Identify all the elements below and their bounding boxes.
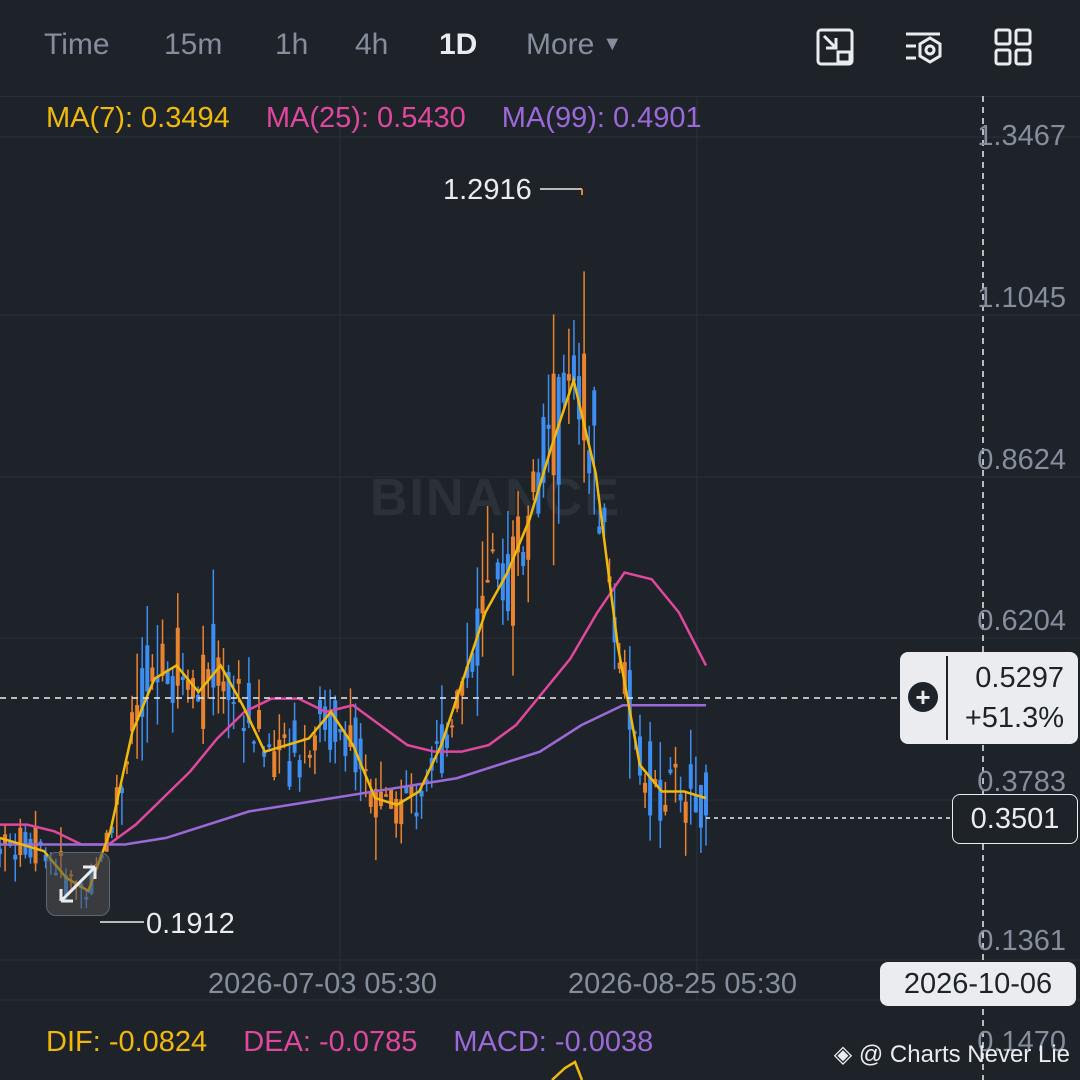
candle-body <box>566 374 571 381</box>
candle-body <box>13 854 18 860</box>
candle-body <box>480 595 485 614</box>
ma25-line <box>0 571 708 846</box>
candle-body <box>211 623 216 688</box>
candle-body <box>145 645 150 692</box>
macd-legend: DIF: -0.0824 DEA: -0.0785 MACD: -0.0038 <box>46 1026 681 1059</box>
divider <box>946 656 948 740</box>
add-alert-icon[interactable]: + <box>908 682 938 712</box>
candle-body <box>241 727 246 732</box>
candle-body <box>18 827 23 856</box>
candle-body <box>389 788 394 809</box>
crosshair-date-box: 2026-10-06 <box>880 962 1076 1006</box>
price-tick: 0.8624 <box>977 444 1066 476</box>
price-tick: 1.1045 <box>977 282 1066 314</box>
candle-body <box>0 848 2 855</box>
candle-body <box>510 536 515 626</box>
candle-body <box>180 676 185 681</box>
ma25-value: MA(25): 0.5430 <box>265 102 466 134</box>
candle-body <box>307 754 312 758</box>
candle-body <box>221 681 226 692</box>
credit-text: ◈ @ Charts Never Lie <box>834 1040 1070 1069</box>
candle-body <box>257 710 262 729</box>
candle-body <box>693 794 698 813</box>
macd-value: MACD: -0.0038 <box>453 1026 654 1058</box>
price-tick: 0.1361 <box>977 925 1066 957</box>
candle-body <box>328 713 333 750</box>
candle-body <box>444 734 449 749</box>
candle-body <box>663 804 668 812</box>
macd-histogram <box>551 1060 584 1080</box>
candle-body <box>485 579 490 583</box>
candle-body <box>450 725 455 728</box>
candle-body <box>521 552 526 567</box>
expand-icon[interactable] <box>46 852 110 916</box>
dea-value: DEA: -0.0785 <box>243 1026 418 1058</box>
dif-value: DIF: -0.0824 <box>46 1026 208 1058</box>
candle-body <box>597 526 602 534</box>
candle-body <box>643 782 648 793</box>
candle-body <box>490 549 495 552</box>
candle-body <box>434 741 439 744</box>
ma99-value: MA(99): 0.4901 <box>501 102 702 134</box>
candle-body <box>592 390 597 426</box>
candle-body <box>236 678 241 684</box>
candle-body <box>561 372 566 403</box>
candle-body <box>231 701 236 704</box>
ma-legend: MA(7): 0.3494 MA(25): 0.5430 MA(99): 0.4… <box>46 102 730 135</box>
candle-body <box>602 507 607 523</box>
diamond-logo-icon: ◈ <box>833 1041 853 1068</box>
moving-average-lines <box>0 375 708 893</box>
crosshair-change: +51.3% <box>964 702 1064 734</box>
last-price-badge: 0.3501 <box>952 794 1078 844</box>
high-price-label: 1.2916 <box>443 174 532 206</box>
candle-body <box>668 769 673 774</box>
date-tick: 2026-07-03 05:30 <box>208 968 437 1000</box>
price-tick: 1.3467 <box>977 120 1066 152</box>
candle-body <box>688 764 693 789</box>
candle-body <box>312 735 317 751</box>
candle-body <box>698 785 703 828</box>
candle-body <box>683 801 688 823</box>
candle-body <box>282 734 287 738</box>
low-price-label: 0.1912 <box>146 908 235 940</box>
candle-body <box>287 761 292 787</box>
candle-body <box>673 763 678 768</box>
candle-body <box>160 643 165 676</box>
candle-body <box>704 772 708 816</box>
candle-body <box>495 562 500 580</box>
candle-body <box>175 627 180 686</box>
candle-body <box>292 720 297 753</box>
date-tick: 2026-08-25 05:30 <box>568 968 797 1000</box>
chart-grid <box>0 96 1080 1001</box>
candle-body <box>368 793 373 807</box>
candle-body <box>251 741 256 744</box>
candles <box>0 271 708 909</box>
dif-line <box>551 1060 584 1080</box>
candle-body <box>546 424 551 429</box>
ma7-value: MA(7): 0.3494 <box>46 102 230 134</box>
candle-body <box>373 789 378 818</box>
candle-body <box>678 793 683 801</box>
candle-body <box>297 760 302 778</box>
candle-body <box>170 676 175 703</box>
candle-body <box>531 471 536 493</box>
ma7-line <box>0 375 707 893</box>
candle-body <box>201 654 206 729</box>
candle-body <box>384 794 389 797</box>
crosshair-price-box[interactable]: + 0.5297 +51.3% <box>900 652 1078 744</box>
credit-label: @ Charts Never Lie <box>858 1041 1070 1068</box>
candle-body <box>267 744 272 748</box>
ma99-line <box>0 704 706 846</box>
candle-body <box>272 751 277 778</box>
candle-body <box>505 554 510 612</box>
price-tick: 0.6204 <box>977 605 1066 637</box>
crosshair-price: 0.5297 <box>975 662 1064 694</box>
candle-body <box>551 373 556 476</box>
candle-body <box>414 812 419 817</box>
candle-body <box>394 798 399 824</box>
